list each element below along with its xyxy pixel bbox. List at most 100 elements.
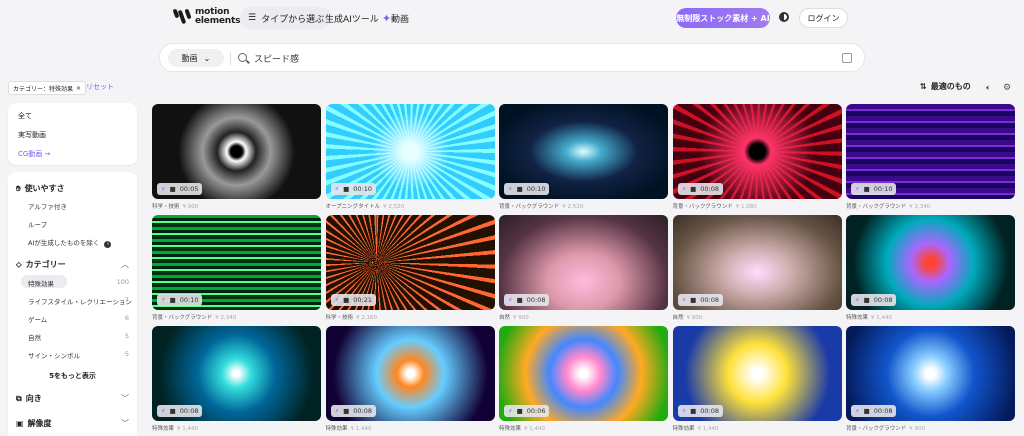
resolution-title: 解像度 (27, 419, 52, 428)
video-category[interactable]: 科学・技術 (152, 204, 180, 210)
resolution-section-header[interactable]: ▣ 解像度 (16, 418, 52, 429)
media-type-label: 動画 (181, 53, 198, 63)
ai-tools-link[interactable]: 生成AIツール ✦ (325, 7, 391, 29)
video-thumbnail[interactable]: ⚡ ■ 00:08 (672, 326, 842, 421)
video-link[interactable]: 動画 (391, 7, 409, 29)
video-card[interactable]: ⚡ ■ 00:08 特殊効果 ¥ 1,440 (672, 326, 842, 432)
video-category[interactable]: 背景・バックグラウンド (152, 315, 212, 321)
video-thumbnail[interactable]: ⚡ ■ 00:21 (325, 215, 495, 310)
video-category[interactable]: 背景・バックグラウンド (673, 204, 733, 210)
video-card[interactable]: ⚡ ■ 00:08 特殊効果 ¥ 1,440 (325, 326, 495, 432)
video-thumbnail[interactable]: ⚡ ■ 00:06 (499, 326, 668, 421)
video-camera-icon: ■ (516, 407, 523, 415)
close-icon[interactable]: × (76, 85, 81, 92)
bolt-icon: ⚡ (334, 407, 340, 415)
sort-select[interactable]: ⇅ 最適のもの (920, 81, 971, 92)
video-camera-icon: ■ (863, 296, 870, 304)
show-more-categories-button[interactable]: 5をもっと表示 (8, 371, 137, 381)
resolution-icon: ▣ (16, 419, 24, 428)
video-category[interactable]: 科学・技術 (326, 315, 354, 321)
login-button[interactable]: ログイン (799, 8, 848, 28)
video-caption: 特殊効果 ¥ 1,440 (152, 424, 321, 432)
video-thumbnail[interactable]: ⚡ ■ 00:08 (499, 215, 668, 310)
video-thumbnail[interactable]: ⚡ ■ 00:10 (499, 104, 668, 199)
filter-alpha[interactable]: アルファ付き (28, 201, 67, 211)
video-card[interactable]: ⚡ ■ 00:10 背景・バックグラウンド ¥ 2,340 (152, 215, 321, 321)
video-category[interactable]: 特殊効果 (846, 315, 868, 321)
video-thumbnail[interactable]: ⚡ ■ 00:08 (672, 215, 842, 310)
video-thumbnail[interactable]: ⚡ ■ 00:08 (672, 104, 842, 199)
video-thumbnail[interactable]: ⚡ ■ 00:10 (325, 104, 495, 199)
category-item[interactable]: サイン・シンボル (28, 350, 80, 360)
duration-text: 00:10 (353, 185, 372, 193)
category-item[interactable]: ゲーム (28, 314, 47, 324)
category-count: 7 (124, 296, 129, 304)
video-category[interactable]: 特殊効果 (499, 426, 521, 432)
gear-icon[interactable]: ⚙ (1003, 83, 1011, 93)
orientation-section-header[interactable]: ⧉ 向き (16, 393, 42, 404)
video-category[interactable]: 背景・バックグラウンド (846, 204, 906, 210)
video-category[interactable]: オープニングタイトル (326, 204, 381, 210)
video-card[interactable]: ⚡ ■ 00:10 オープニングタイトル ¥ 2,520 (325, 104, 495, 210)
category-title: カテゴリー (25, 260, 66, 269)
type-filter-all[interactable]: 全て (18, 111, 32, 121)
volume-icon[interactable]: 🔈︎ (986, 83, 991, 93)
visual-search-icon[interactable] (842, 53, 852, 63)
video-thumbnail[interactable]: ⚡ ■ 00:08 (152, 326, 321, 421)
search-input[interactable] (254, 49, 814, 67)
duration-badge: ⚡ ■ 00:08 (157, 405, 203, 417)
video-card[interactable]: ⚡ ■ 00:05 科学・技術 ¥ 900 (152, 104, 321, 210)
video-card[interactable]: ⚡ ■ 00:08 特殊効果 ¥ 1,440 (152, 326, 321, 432)
video-category[interactable]: 特殊効果 (152, 426, 174, 432)
video-thumbnail[interactable]: ⚡ ■ 00:05 (152, 104, 321, 199)
filter-exclude-ai[interactable]: AIが生成したものを除く i (28, 237, 112, 248)
video-thumbnail[interactable]: ⚡ ■ 00:10 (846, 104, 1015, 199)
duration-text: 00:08 (179, 407, 199, 415)
unlimited-stock-button[interactable]: 無制限ストック素材 + AI (676, 8, 770, 28)
video-category[interactable]: 自然 (499, 315, 510, 321)
video-card[interactable]: ⚡ ■ 00:06 特殊効果 ¥ 1,440 (499, 326, 668, 432)
info-icon[interactable]: i (104, 241, 112, 248)
video-camera-icon: ■ (690, 296, 697, 304)
video-card[interactable]: ⚡ ■ 00:08 自然 ¥ 900 (499, 215, 668, 321)
video-category[interactable]: 特殊効果 (326, 426, 348, 432)
chevron-up-icon[interactable]: ︿ (121, 259, 129, 270)
video-card[interactable]: ⚡ ■ 00:10 背景・バックグラウンド ¥ 2,520 (499, 104, 668, 210)
usability-section-header[interactable]: ✋︎ 使いやすさ (16, 183, 65, 194)
category-item[interactable]: 自然 (28, 332, 41, 342)
video-card[interactable]: ⚡ ■ 00:08 特殊効果 ¥ 1,440 (846, 215, 1015, 321)
bolt-icon: ⚡ (508, 407, 513, 415)
browse-by-type-button[interactable]: ☰ タイプから選ぶ (240, 7, 333, 29)
video-thumbnail[interactable]: ⚡ ■ 00:08 (846, 215, 1015, 310)
type-filter-live-action[interactable]: 実写動画 (18, 130, 46, 140)
category-item[interactable]: 特殊効果 (28, 278, 54, 288)
media-type-select[interactable]: 動画 ⌄ (168, 49, 224, 67)
chevron-down-icon[interactable]: ﹀ (121, 393, 129, 404)
video-card[interactable]: ⚡ ■ 00:08 背景・バックグラウンド ¥ 1,080 (672, 104, 842, 210)
video-caption: 背景・バックグラウンド ¥ 1,080 (673, 202, 842, 210)
video-card[interactable]: ⚡ ■ 00:21 科学・技術 ¥ 2,160 (325, 215, 495, 321)
video-card[interactable]: ⚡ ■ 00:08 自然 ¥ 900 (672, 215, 842, 321)
duration-text: 00:08 (700, 185, 719, 193)
video-card[interactable]: ⚡ ■ 00:10 背景・バックグラウンド ¥ 2,340 (846, 104, 1015, 210)
video-card[interactable]: ⚡ ■ 00:08 背景・バックグラウンド ¥ 900 (846, 326, 1015, 432)
video-thumbnail[interactable]: ⚡ ■ 00:08 (846, 326, 1015, 421)
video-thumbnail[interactable]: ⚡ ■ 00:10 (152, 215, 321, 310)
duration-text: 00:08 (526, 296, 546, 304)
filter-chip-category[interactable]: カテゴリー：特殊効果 × (8, 81, 87, 95)
video-category[interactable]: 特殊効果 (673, 426, 695, 432)
category-item[interactable]: ライフスタイル・レクリエーション (28, 296, 132, 306)
chevron-down-icon[interactable]: ﹀ (121, 418, 129, 429)
video-category[interactable]: 背景・バックグラウンド (846, 426, 906, 432)
category-section-header[interactable]: ⬦ カテゴリー (16, 259, 66, 270)
search-bar: 動画 ⌄ (159, 43, 865, 72)
video-category[interactable]: 自然 (673, 315, 684, 321)
orientation-title: 向き (25, 394, 42, 403)
type-filter-cg[interactable]: CG動画 → (18, 149, 50, 159)
filter-loop[interactable]: ループ (28, 219, 47, 229)
reset-filters-link[interactable]: リセット (86, 82, 114, 92)
logo[interactable]: motion elements (172, 7, 240, 27)
video-thumbnail[interactable]: ⚡ ■ 00:08 (325, 326, 495, 421)
video-category[interactable]: 背景・バックグラウンド (499, 204, 559, 210)
theme-toggle-icon[interactable] (779, 12, 789, 22)
